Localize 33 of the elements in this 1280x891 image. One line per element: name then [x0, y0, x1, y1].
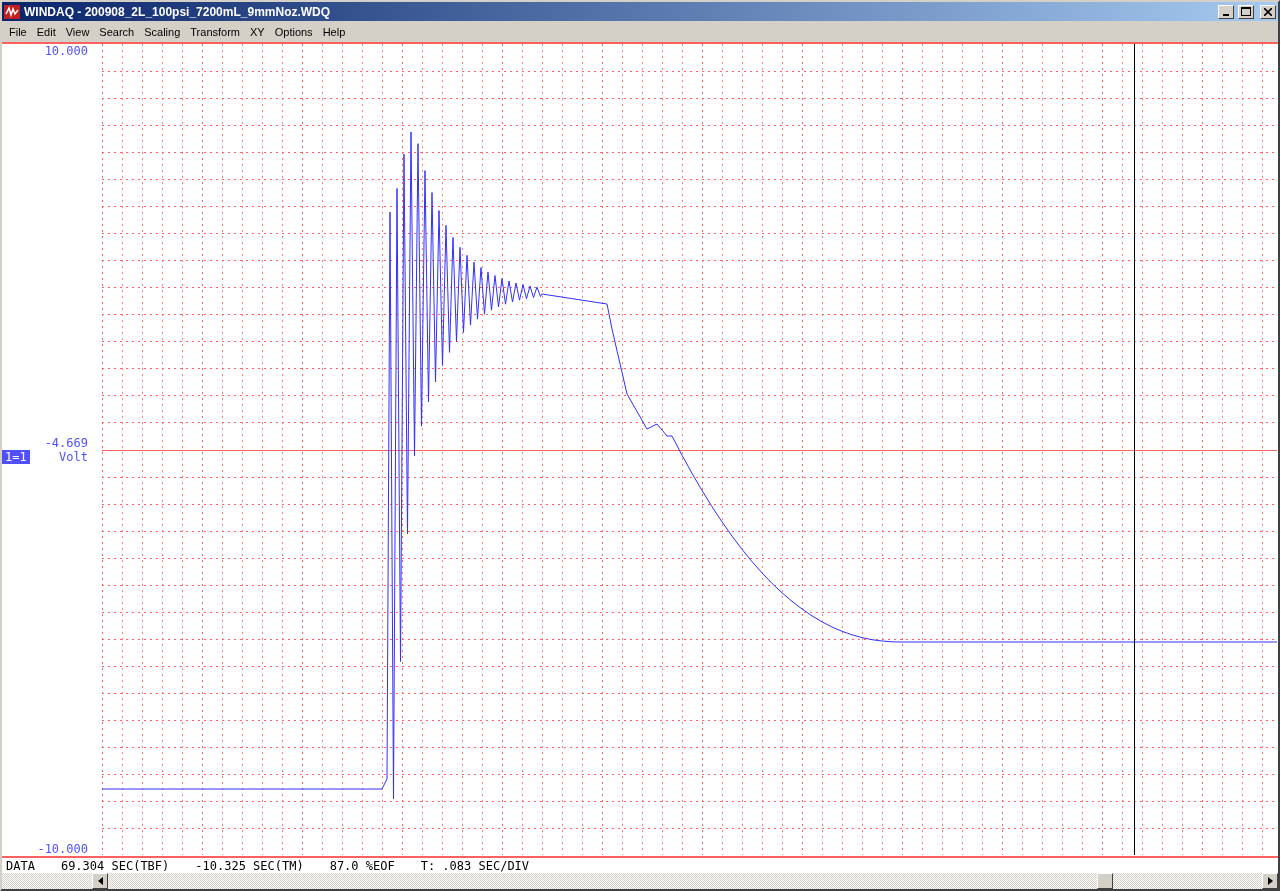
scroll-thumb[interactable]: [1097, 873, 1113, 889]
axis-mid-label: -4.669: [43, 436, 89, 450]
right-arrow-icon: [1267, 877, 1273, 885]
scroll-left-button[interactable]: [92, 873, 108, 889]
left-arrow-icon: [97, 877, 103, 885]
status-text: 87.0 %EOF: [329, 858, 395, 873]
horizontal-scrollbar[interactable]: [2, 873, 1278, 889]
app-logo-icon: [4, 4, 20, 19]
scroll-right-button[interactable]: [1262, 873, 1278, 889]
channel-label[interactable]: 1=1: [2, 450, 30, 464]
menu-item[interactable]: Transform: [185, 25, 245, 38]
close-icon: [1264, 7, 1272, 16]
minimize-icon: [1223, 13, 1229, 16]
status-text: 69.304 SEC(TBF): [60, 858, 170, 873]
menu-item[interactable]: XY: [245, 25, 270, 38]
menu-item[interactable]: View: [60, 25, 95, 38]
menu-item[interactable]: File: [4, 25, 32, 38]
maximize-button[interactable]: [1238, 4, 1254, 19]
minimize-button[interactable]: [1218, 4, 1234, 19]
menu-item[interactable]: Search: [94, 25, 140, 38]
menu-item[interactable]: Help: [317, 25, 351, 38]
maximize-icon: [1241, 7, 1251, 16]
axis-max-label: 10.000: [43, 44, 89, 58]
menu-item[interactable]: Options: [269, 25, 318, 38]
axis-min-label: -10.000: [36, 842, 89, 856]
close-button[interactable]: [1260, 4, 1276, 19]
status-text: -10.325 SEC(TM): [195, 858, 304, 873]
window-title: WINDAQ - 200908_2L_100psi_7200mL_9mmNoz.WDQ: [24, 4, 332, 19]
unit-label: Volt: [59, 450, 88, 464]
status-text: DATA: [6, 858, 35, 873]
status-text: T: .083 SEC/DIV: [420, 858, 530, 873]
menu-item[interactable]: Scaling: [139, 25, 186, 38]
menu-item[interactable]: Edit: [31, 25, 61, 38]
